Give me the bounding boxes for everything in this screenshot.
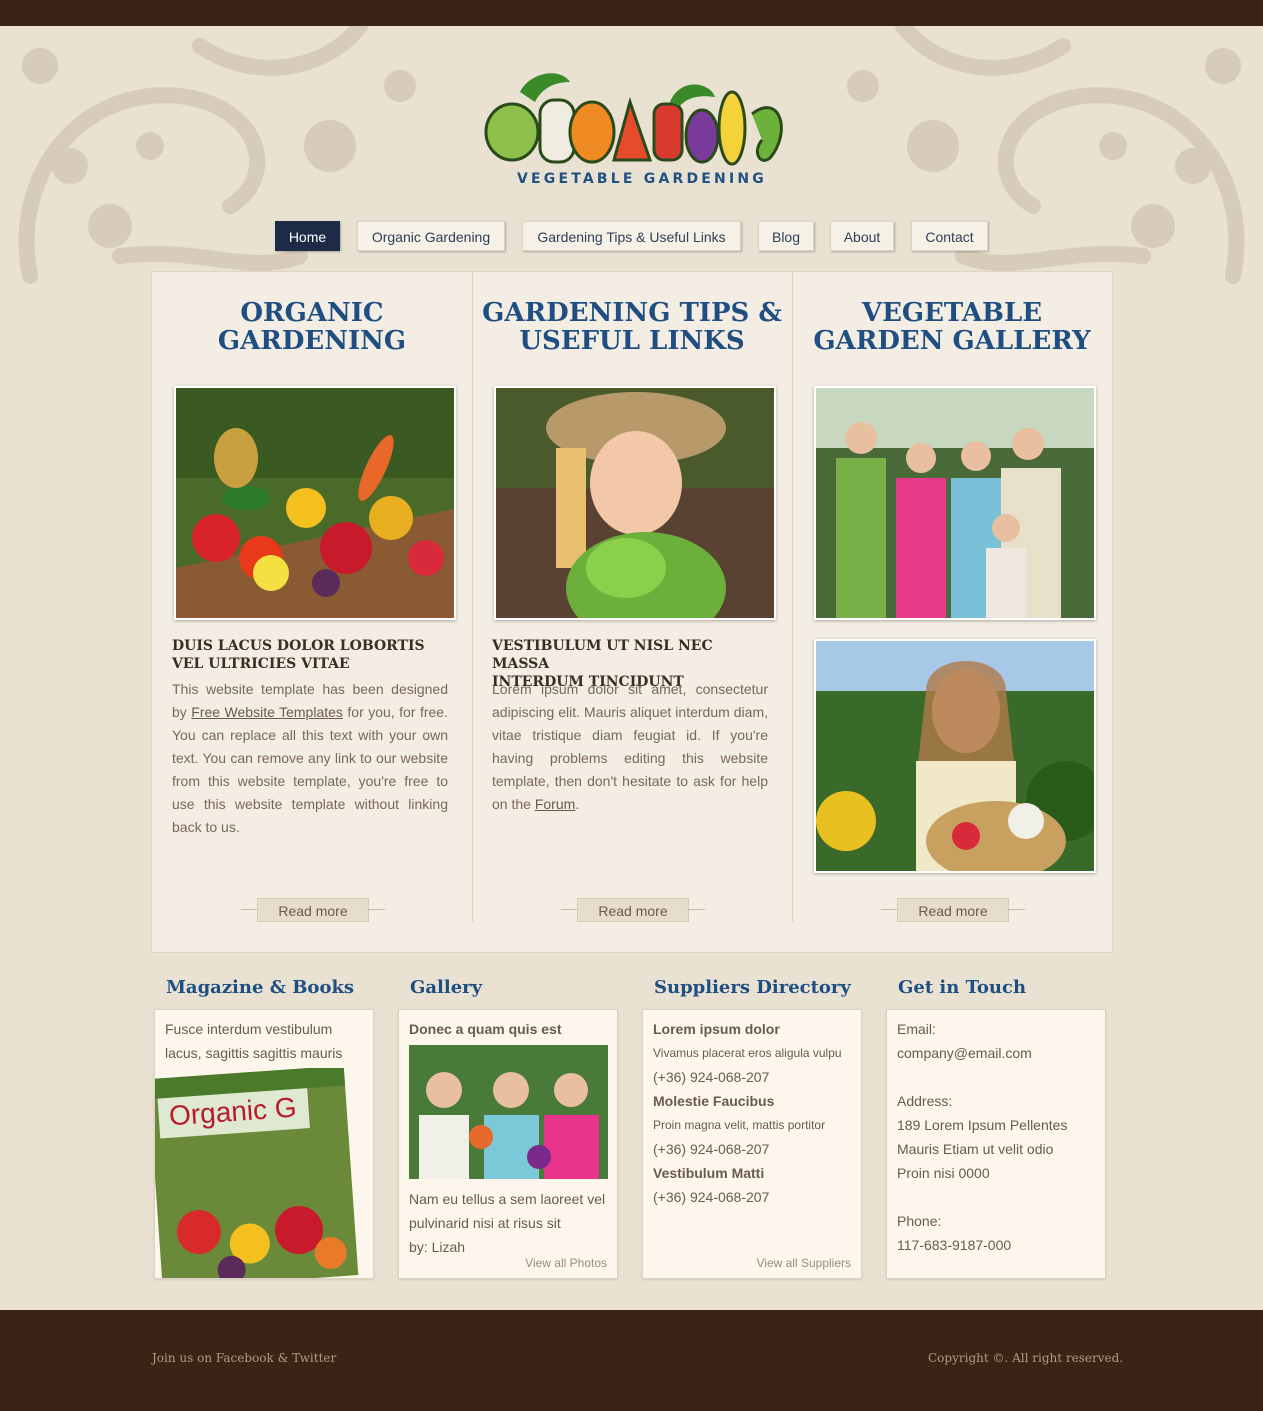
column-body-text: Lorem ipsum dolor sit amet, consectetur … bbox=[492, 681, 768, 812]
nav-about[interactable]: About bbox=[830, 221, 894, 251]
gallery-photo[interactable] bbox=[409, 1045, 608, 1179]
magazine-text: Fusce interdum vestibulum bbox=[165, 1021, 333, 1037]
gallery-author: by: Lizah bbox=[409, 1239, 466, 1255]
supplier-desc: Proin magna velit, mattis portitor bbox=[653, 1118, 826, 1132]
column-garden-gallery: VEGETABLE GARDEN GALLERY Read more bbox=[792, 272, 1112, 922]
address-label: Address: bbox=[897, 1093, 953, 1109]
divider bbox=[1007, 909, 1025, 910]
phone-value: 117-683-9187-000 bbox=[897, 1237, 1012, 1253]
column-title: ORGANIC GARDENING bbox=[217, 298, 407, 356]
woman-basket-photo[interactable] bbox=[814, 639, 1096, 873]
divider bbox=[687, 909, 705, 910]
magazine-books-box: Fusce interdum vestibulum lacus, sagitti… bbox=[154, 1009, 374, 1279]
main-content: ORGANIC GARDENING DUIS LACUS DOLOR LOBOR… bbox=[151, 271, 1113, 953]
top-border bbox=[0, 0, 1263, 32]
gallery-box: Donec a quam quis est Nam eu tellus a se… bbox=[398, 1009, 618, 1279]
girl-lettuce-photo bbox=[494, 386, 776, 620]
suppliers-box: Lorem ipsum dolor Vivamus placerat eros … bbox=[642, 1009, 862, 1279]
column-title: VEGETABLE GARDEN GALLERY bbox=[813, 298, 1091, 356]
vegetables-image bbox=[176, 388, 454, 618]
column-title: GARDENING TIPS & USEFUL LINKS bbox=[482, 298, 782, 356]
forum-link[interactable]: Forum bbox=[535, 796, 575, 812]
column-body-text: This website template has been designed … bbox=[172, 681, 448, 835]
nav-home[interactable]: Home bbox=[275, 221, 340, 251]
read-more-button[interactable]: Read more bbox=[897, 898, 1009, 922]
view-all-suppliers-link[interactable]: View all Suppliers bbox=[757, 1256, 852, 1270]
column-organic-gardening: ORGANIC GARDENING DUIS LACUS DOLOR LOBOR… bbox=[152, 272, 472, 922]
nav-gardening-tips[interactable]: Gardening Tips & Useful Links bbox=[522, 221, 741, 251]
contact-box: Email: company@email.com Address: 189 Lo… bbox=[886, 1009, 1106, 1279]
supplier-name: Lorem ipsum dolor bbox=[653, 1021, 780, 1037]
supplier-name: Molestie Faucibus bbox=[653, 1093, 775, 1109]
supplier-phone: (+36) 924-068-207 bbox=[653, 1141, 770, 1157]
footer-copyright: Copyright ©. All right reserved. bbox=[928, 1351, 1124, 1365]
read-more-button[interactable]: Read more bbox=[577, 898, 689, 922]
main-nav: Home Organic Gardening Gardening Tips & … bbox=[0, 221, 1263, 253]
nav-blog[interactable]: Blog bbox=[758, 221, 814, 251]
magazine-books-title: Magazine & Books bbox=[166, 977, 355, 998]
view-all-photos-link[interactable]: View all Photos bbox=[525, 1256, 607, 1270]
supplier-name: Vestibulum Matti bbox=[653, 1165, 765, 1181]
free-website-templates-link[interactable]: Free Website Templates bbox=[191, 704, 343, 720]
nav-organic-gardening[interactable]: Organic Gardening bbox=[357, 221, 505, 251]
decorative-swirl-left bbox=[18, 26, 416, 284]
divider bbox=[367, 909, 385, 910]
nav-contact[interactable]: Contact bbox=[911, 221, 988, 251]
woman-image bbox=[816, 641, 1094, 871]
gallery-heading: Donec a quam quis est bbox=[409, 1021, 562, 1037]
readmore-group: Read more bbox=[561, 898, 705, 922]
address-line: Mauris Etiam ut velit odio bbox=[897, 1141, 1054, 1157]
address-line: Proin nisi 0000 bbox=[897, 1165, 990, 1181]
supplier-phone: (+36) 924-068-207 bbox=[653, 1069, 770, 1085]
phone-label: Phone: bbox=[897, 1213, 942, 1229]
supplier-desc: Vivamus placerat eros aligula vulpu bbox=[653, 1046, 842, 1060]
readmore-group: Read more bbox=[241, 898, 385, 922]
girl-image bbox=[496, 388, 774, 618]
gallery-text: Nam eu tellus a sem laoreet vel bbox=[409, 1191, 606, 1207]
decorative-swirl-right bbox=[847, 26, 1245, 284]
footer-social-text[interactable]: Join us on Facebook & Twitter bbox=[152, 1351, 336, 1365]
read-more-button[interactable]: Read more bbox=[257, 898, 369, 922]
family-garden-photo[interactable] bbox=[814, 386, 1096, 620]
email-label: Email: bbox=[897, 1021, 936, 1037]
address-line: 189 Lorem Ipsum Pellentes bbox=[897, 1117, 1068, 1133]
gallery-title: Gallery bbox=[410, 977, 483, 998]
suppliers-title: Suppliers Directory bbox=[654, 977, 851, 998]
column-subtitle: DUIS LACUS DOLOR LOBORTIS VEL ULTRICIES … bbox=[172, 638, 425, 672]
logo-subtitle: VEGETABLE GARDENING bbox=[516, 171, 767, 187]
column-gardening-tips: GARDENING TIPS & USEFUL LINKS VESTIBULUM… bbox=[472, 272, 792, 922]
gallery-text: pulvinarid nisi at risus sit bbox=[409, 1215, 561, 1231]
family-image bbox=[816, 388, 1094, 618]
readmore-group: Read more bbox=[881, 898, 1025, 922]
get-in-touch-title: Get in Touch bbox=[898, 977, 1027, 998]
email-value[interactable]: company@email.com bbox=[897, 1041, 1032, 1065]
vegetables-basket-photo bbox=[174, 386, 456, 620]
supplier-phone: (+36) 924-068-207 bbox=[653, 1189, 770, 1205]
magazine-text: lacus, sagittis sagittis mauris bbox=[165, 1045, 343, 1061]
